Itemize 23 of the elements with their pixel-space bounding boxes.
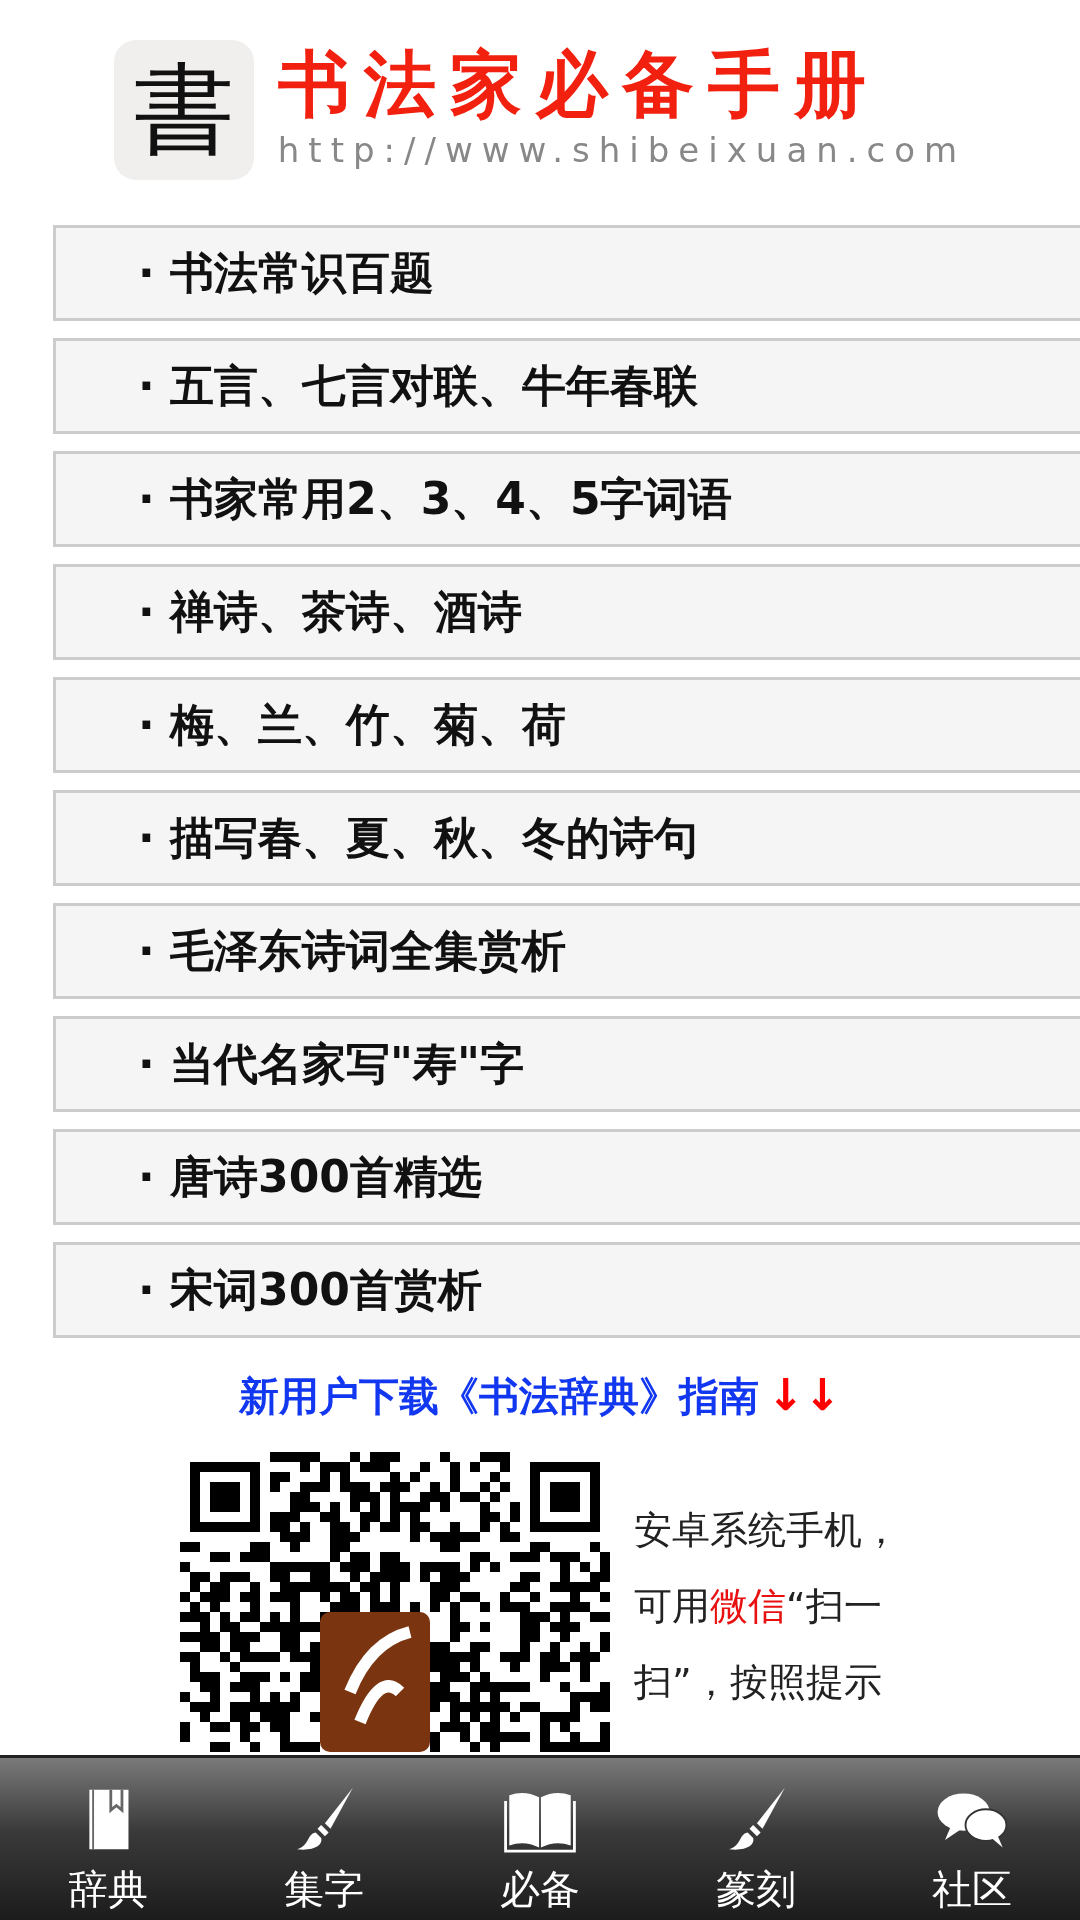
tab-button[interactable]: 社区 <box>864 1758 1080 1920</box>
site-url: http://www.shibeixuan.com <box>277 130 967 171</box>
menu-item[interactable]: · 毛泽东诗词全集赏析 <box>53 903 1080 999</box>
instruction-text: 安卓系统手机， <box>634 1507 900 1554</box>
menu-item[interactable]: · 当代名家写"寿"字 <box>53 1016 1080 1112</box>
menu-item[interactable]: · 描写春、夏、秋、冬的诗句 <box>53 790 1080 886</box>
menu-item[interactable]: · 宋词300首赏析 <box>53 1242 1080 1338</box>
app-title: 书法家必备手册 <box>277 48 881 120</box>
guide-title: 新用户下载《书法辞典》指南 <box>239 1373 760 1419</box>
tab-button[interactable]: 篆刻 <box>648 1758 864 1920</box>
tab-button[interactable]: 必备 <box>432 1758 648 1920</box>
menu-item[interactable]: · 禅诗、茶诗、酒诗 <box>53 564 1080 660</box>
menu-item[interactable]: · 书家常用2、3、4、5字词语 <box>53 451 1080 547</box>
menu-item[interactable]: · 唐诗300首精选 <box>53 1129 1080 1225</box>
tab-button[interactable]: 集字 <box>216 1758 432 1920</box>
menu-item[interactable]: · 五言、七言对联、牛年春联 <box>53 338 1080 434</box>
menu-item[interactable]: · 书法常识百题 <box>53 225 1080 321</box>
down-arrows: ↓↓ <box>767 1369 841 1420</box>
instruction-text: 扫”，按照提示 <box>634 1659 883 1706</box>
menu-item[interactable]: · 梅、兰、竹、菊、荷 <box>53 677 1080 773</box>
tab-button[interactable]: 辞典 <box>0 1758 216 1920</box>
logo-icon: 書 <box>113 40 254 180</box>
instruction-text: 可用微信“扫一 <box>634 1583 883 1630</box>
